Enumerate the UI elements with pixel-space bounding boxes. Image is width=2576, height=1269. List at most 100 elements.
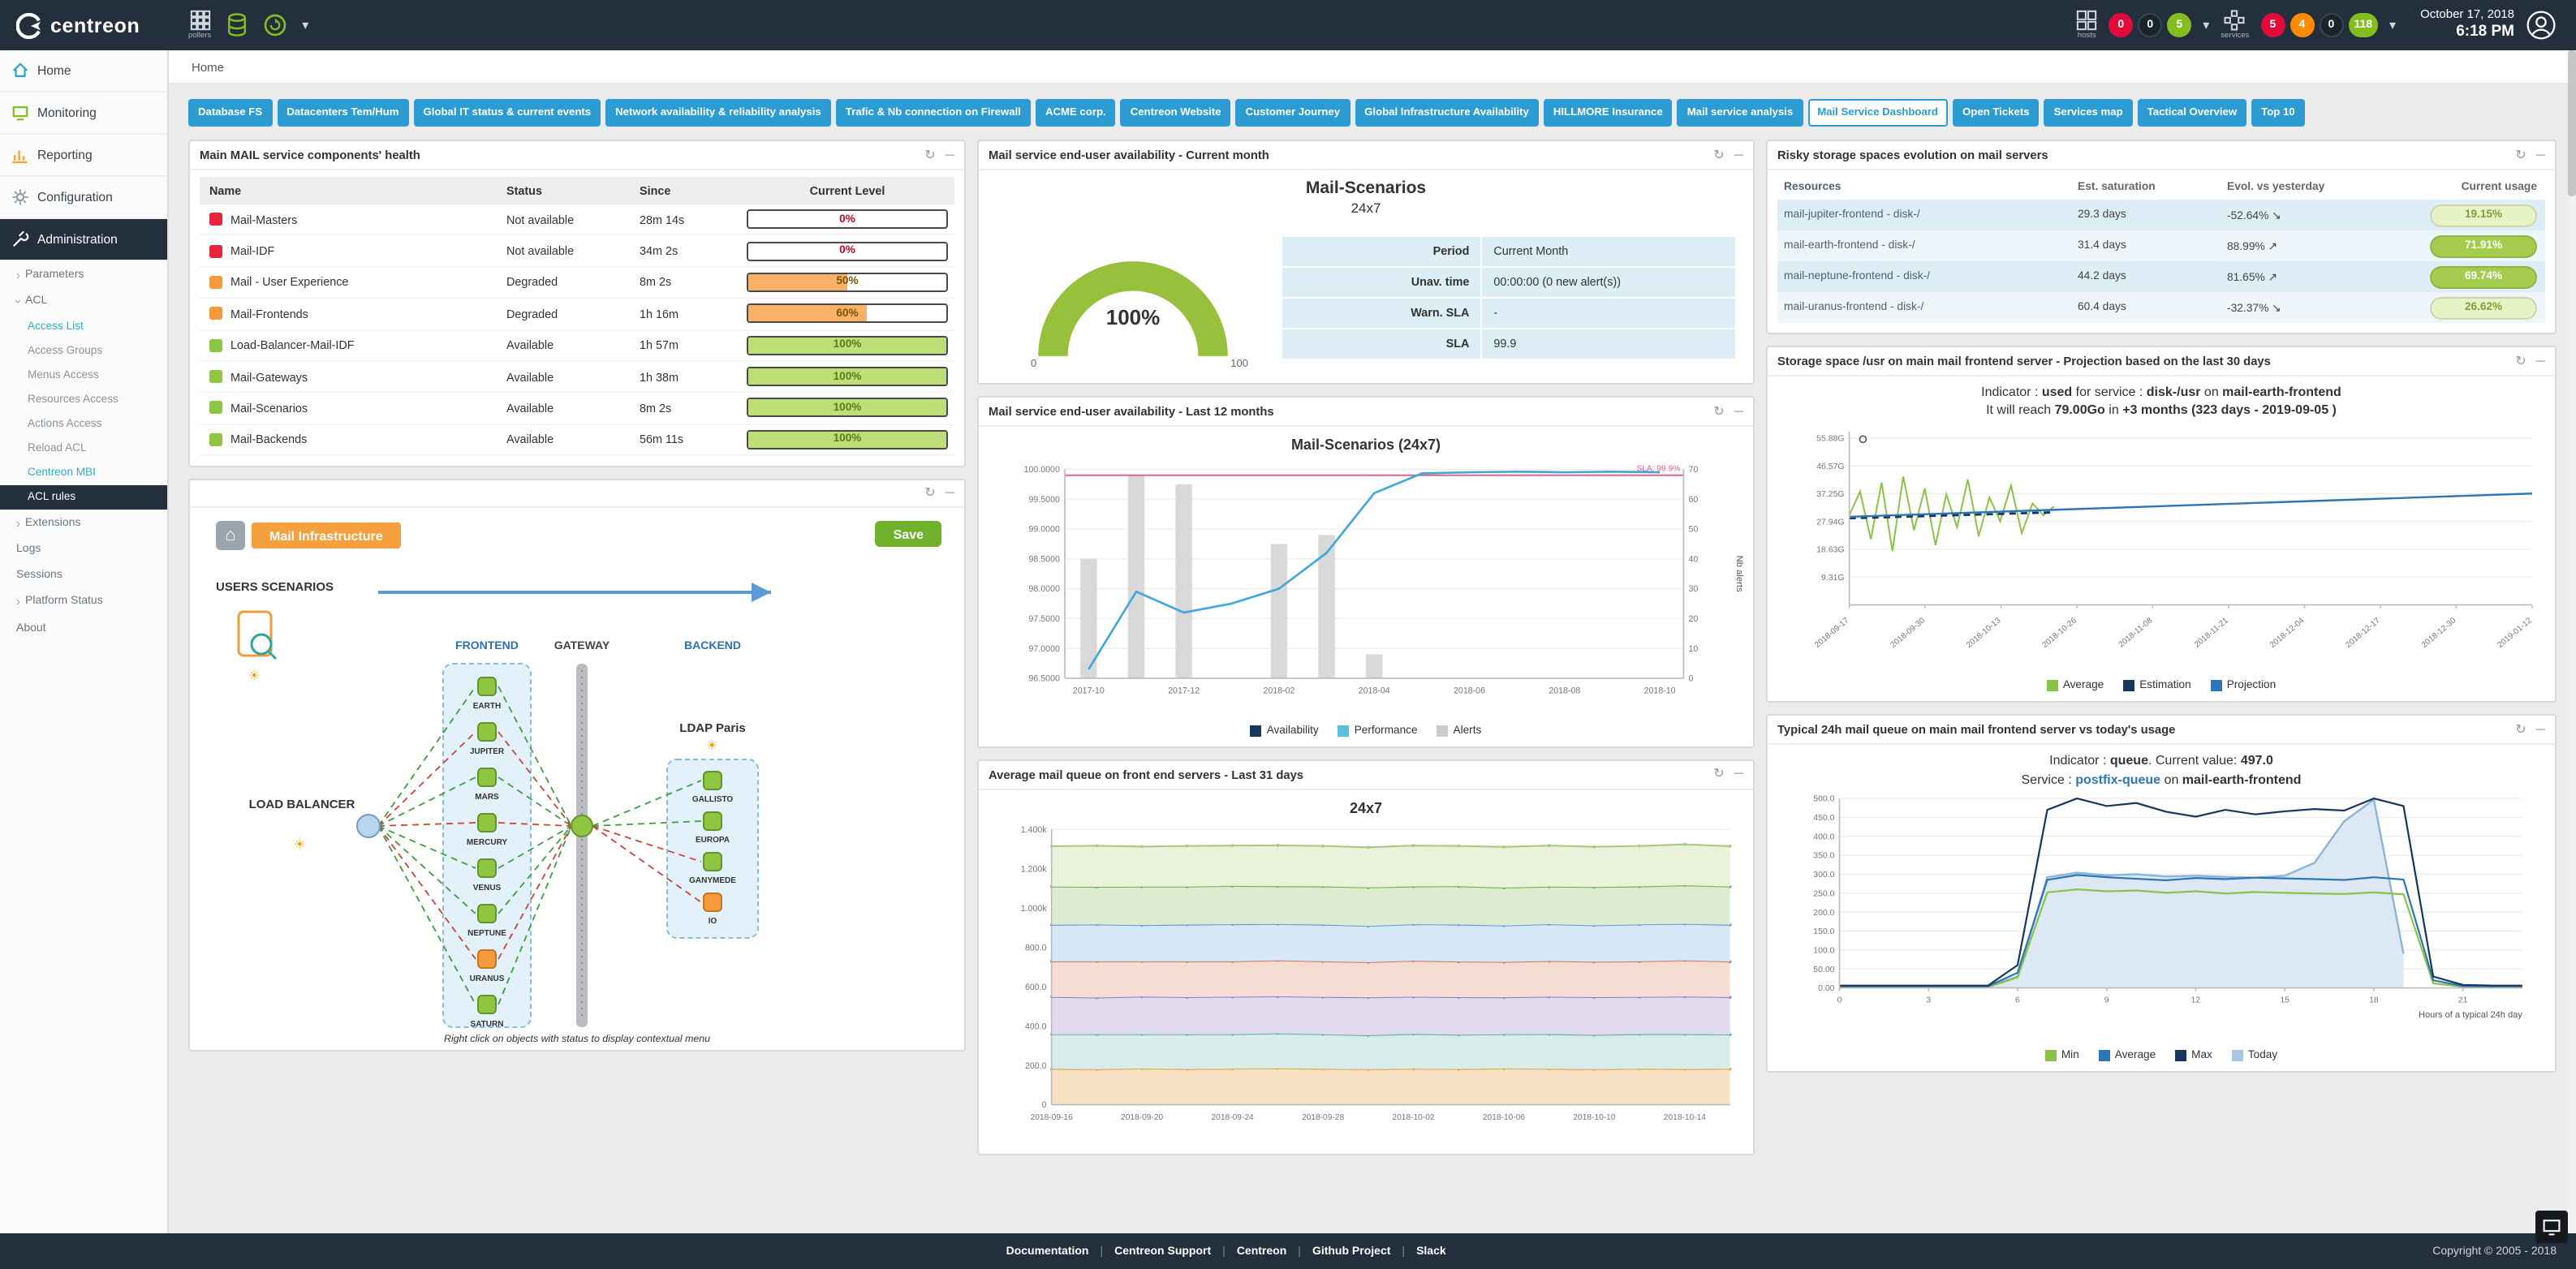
refresh-icon[interactable]: ↻	[2515, 724, 2526, 737]
tab-centreon-website[interactable]: Centreon Website	[1121, 99, 1231, 127]
sidebar-item-administration[interactable]: Administration	[0, 219, 167, 261]
display-mode-button[interactable]	[2535, 1211, 2568, 1243]
sidebar-item-logs[interactable]: Logs	[0, 536, 167, 562]
sidebar-item-resources-access[interactable]: Resources Access	[0, 388, 167, 412]
sidebar-item-reporting[interactable]: Reporting	[0, 135, 167, 177]
table-row-mail-gateways[interactable]: Mail-GatewaysAvailable1h 38m100%	[200, 362, 954, 394]
collapse-icon[interactable]: ─	[2536, 148, 2545, 161]
sidebar-item-centreon-mbi[interactable]: Centreon MBI	[0, 461, 167, 485]
table-row-mail-uranus-frontend-disk[interactable]: mail-uranus-frontend - disk-/60.4 days-3…	[1777, 292, 2545, 323]
tab-network-availability-reliability-analysis[interactable]: Network availability & reliability analy…	[605, 99, 831, 127]
sidebar-item-sessions[interactable]: Sessions	[0, 562, 167, 588]
node-mars[interactable]	[478, 768, 496, 786]
tab-mail-service-dashboard[interactable]: Mail Service Dashboard	[1807, 99, 1948, 127]
node-europa[interactable]	[704, 812, 722, 830]
scrollbar-thumb[interactable]	[2568, 50, 2576, 196]
collapse-icon[interactable]: ─	[1734, 405, 1743, 418]
collapse-icon[interactable]: ─	[1734, 148, 1743, 161]
footer-link-github-project[interactable]: Github Project	[1312, 1245, 1390, 1257]
node-jupiter[interactable]	[478, 723, 496, 741]
refresh-icon[interactable]: ↻	[2515, 148, 2526, 161]
hosts-status-badge[interactable]: 5	[2167, 13, 2191, 37]
table-row-mail-user-experience[interactable]: Mail - User ExperienceDegraded8m 2s50%	[200, 268, 954, 299]
table-row-mail-idf[interactable]: Mail-IDFNot available34m 2s0%	[200, 236, 954, 268]
sidebar-item-reload-acl[interactable]: Reload ACL	[0, 437, 167, 461]
sidebar-item-monitoring[interactable]: Monitoring	[0, 92, 167, 135]
collapse-icon[interactable]: ─	[946, 487, 954, 500]
sidebar-item-menus-access[interactable]: Menus Access	[0, 363, 167, 388]
sidebar-item-about[interactable]: About	[0, 615, 167, 641]
refresh-icon[interactable]: ↻	[1713, 768, 1724, 781]
centreon-logo[interactable]: centreon	[0, 12, 172, 38]
tab-global-infrastructure-availability[interactable]: Global Infrastructure Availability	[1355, 99, 1539, 127]
refresh-icon[interactable]: ↻	[1713, 148, 1724, 161]
tab-customer-journey[interactable]: Customer Journey	[1236, 99, 1350, 127]
hosts-status-badge[interactable]: 0	[2138, 13, 2162, 37]
sidebar-item-home[interactable]: Home	[0, 50, 167, 92]
services-status-badge[interactable]: 4	[2290, 13, 2314, 37]
collapse-icon[interactable]: ─	[2536, 355, 2545, 368]
sidebar-item-actions-access[interactable]: Actions Access	[0, 412, 167, 437]
node-io[interactable]	[704, 893, 722, 911]
sidebar-item-parameters[interactable]: ›Parameters	[0, 261, 167, 288]
sidebar-item-access-groups[interactable]: Access Groups	[0, 339, 167, 363]
table-row-mail-backends[interactable]: Mail-BackendsAvailable56m 11s100%	[200, 424, 954, 456]
sidebar-item-extensions[interactable]: ›Extensions	[0, 510, 167, 536]
tab-top-10[interactable]: Top 10	[2251, 99, 2305, 127]
sidebar-item-platform-status[interactable]: ›Platform Status	[0, 588, 167, 615]
collapse-icon[interactable]: ─	[946, 148, 954, 161]
tab-mail-service-analysis[interactable]: Mail service analysis	[1678, 99, 1803, 127]
collapse-icon[interactable]: ─	[2536, 724, 2545, 737]
services-status-badge[interactable]: 0	[2319, 13, 2343, 37]
services-status-badge[interactable]: 118	[2348, 13, 2378, 37]
node-saturn[interactable]	[478, 996, 496, 1013]
tab-services-map[interactable]: Services map	[2044, 99, 2133, 127]
table-row-mail-frontends[interactable]: Mail-FrontendsDegraded1h 16m60%	[200, 299, 954, 330]
footer-link-documentation[interactable]: Documentation	[1006, 1245, 1089, 1257]
services-status-badge[interactable]: 5	[2260, 13, 2285, 37]
table-row-mail-scenarios[interactable]: Mail-ScenariosAvailable8m 2s100%	[200, 394, 954, 425]
sidebar-item-access-list[interactable]: Access List	[0, 315, 167, 339]
sidebar-item-configuration[interactable]: Configuration	[0, 177, 167, 219]
tab-hillmore-insurance[interactable]: HILLMORE Insurance	[1544, 99, 1673, 127]
chevron-down-icon[interactable]: ▾	[2203, 18, 2209, 32]
node-load-balancer[interactable]	[357, 815, 380, 837]
tab-tactical-overview[interactable]: Tactical Overview	[2138, 99, 2246, 127]
tab-acme-corp[interactable]: ACME corp.	[1036, 99, 1116, 127]
table-row-mail-neptune-frontend-disk[interactable]: mail-neptune-frontend - disk-/44.2 days8…	[1777, 261, 2545, 292]
tab-database-fs[interactable]: Database FS	[188, 99, 272, 127]
database-status-icon[interactable]	[226, 13, 248, 37]
table-row-mail-jupiter-frontend-disk[interactable]: mail-jupiter-frontend - disk-/29.3 days-…	[1777, 200, 2545, 230]
collapse-icon[interactable]: ─	[1734, 768, 1743, 781]
node-mercury[interactable]	[478, 814, 496, 832]
breadcrumb-home[interactable]: Home	[192, 59, 224, 74]
tab-global-it-status-current-events[interactable]: Global IT status & current events	[413, 99, 601, 127]
hosts-status-badge[interactable]: 0	[2109, 13, 2133, 37]
pollers-menu[interactable]: pollers	[188, 9, 211, 41]
refresh-icon[interactable]: ↻	[924, 148, 935, 161]
sidebar-item-acl-rules[interactable]: ACL rules	[0, 485, 167, 510]
table-row-load-balancer-mail-idf[interactable]: Load-Balancer-Mail-IDFAvailable1h 57m100…	[200, 330, 954, 362]
refresh-status-icon[interactable]	[263, 13, 287, 37]
user-menu[interactable]	[2526, 10, 2557, 41]
tab-datacenters-tem-hum[interactable]: Datacenters Tem/Hum	[277, 99, 408, 127]
save-button[interactable]: Save	[876, 521, 941, 547]
tab-trafic-nb-connection-on-firewall[interactable]: Trafic & Nb connection on Firewall	[836, 99, 1031, 127]
refresh-icon[interactable]: ↻	[1713, 405, 1724, 418]
node-earth[interactable]	[478, 678, 496, 695]
refresh-icon[interactable]: ↻	[2515, 355, 2526, 368]
refresh-icon[interactable]: ↻	[924, 487, 935, 500]
tab-open-tickets[interactable]: Open Tickets	[1953, 99, 2040, 127]
chevron-down-icon[interactable]: ▾	[302, 18, 308, 32]
table-row-mail-earth-frontend-disk[interactable]: mail-earth-frontend - disk-/31.4 days88.…	[1777, 230, 2545, 261]
sidebar-item-acl[interactable]: ›ACL	[0, 288, 167, 315]
footer-link-centreon[interactable]: Centreon	[1237, 1245, 1286, 1257]
services-menu[interactable]: services	[2221, 9, 2249, 41]
node-uranus[interactable]	[478, 950, 496, 968]
vertical-scrollbar[interactable]	[2568, 50, 2576, 1233]
footer-link-slack[interactable]: Slack	[1416, 1245, 1446, 1257]
hosts-menu[interactable]: hosts	[2076, 9, 2097, 41]
node-neptune[interactable]	[478, 905, 496, 923]
node-venus[interactable]	[478, 859, 496, 877]
node-gateway[interactable]	[571, 815, 592, 837]
